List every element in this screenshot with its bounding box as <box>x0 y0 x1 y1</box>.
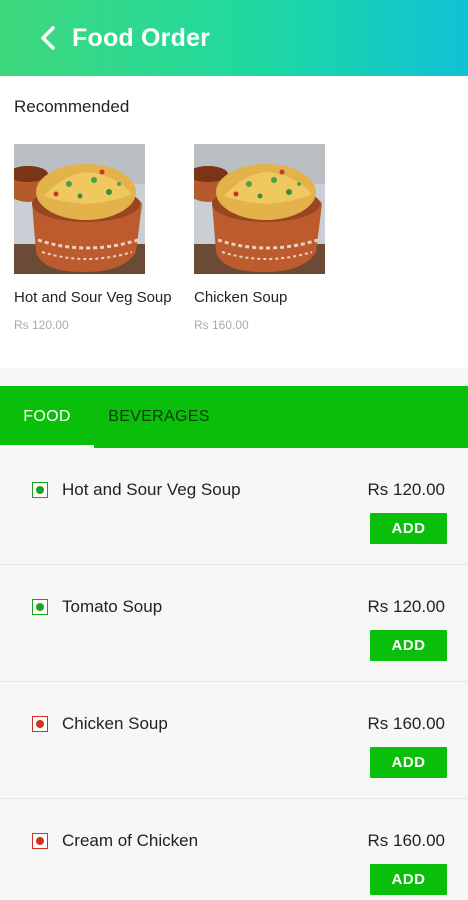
menu-item: Chicken Soup Rs 160.00 ADD <box>0 682 468 799</box>
page-title: Food Order <box>72 23 211 52</box>
add-button[interactable]: ADD <box>370 513 447 544</box>
menu-item-price: Rs 120.00 <box>367 480 446 499</box>
category-tabs: FOOD BEVERAGES <box>0 386 468 448</box>
recommended-item-price: Rs 160.00 <box>194 318 249 332</box>
recommended-section: Recommended Hot and Sour Veg Soup Rs 120… <box>0 76 468 368</box>
menu-item-name: Cream of Chicken <box>62 831 199 850</box>
tab-beverages[interactable]: BEVERAGES <box>94 386 224 448</box>
recommended-item-name: Chicken Soup <box>194 289 288 306</box>
recommended-item-name: Hot and Sour Veg Soup <box>14 289 172 306</box>
non-veg-icon <box>32 833 48 849</box>
add-button[interactable]: ADD <box>370 864 447 895</box>
veg-icon <box>32 599 48 615</box>
recommended-card[interactable]: Chicken Soup Rs 160.00 <box>194 144 370 332</box>
veg-icon <box>32 482 48 498</box>
non-veg-icon <box>32 716 48 732</box>
menu-item-name: Hot and Sour Veg Soup <box>62 480 241 499</box>
menu-list: Hot and Sour Veg Soup Rs 120.00 ADD Toma… <box>0 448 468 900</box>
back-button[interactable] <box>28 18 68 58</box>
add-button[interactable]: ADD <box>370 630 447 661</box>
tab-food[interactable]: FOOD <box>0 386 94 448</box>
app-bar: Food Order <box>0 0 468 76</box>
menu-item-price: Rs 160.00 <box>367 831 446 850</box>
menu-item-price: Rs 160.00 <box>367 714 446 733</box>
menu-item: Cream of Chicken Rs 160.00 ADD <box>0 799 468 900</box>
recommended-heading: Recommended <box>14 97 130 116</box>
food-image <box>14 144 145 274</box>
menu-item-name: Chicken Soup <box>62 714 168 733</box>
menu-item-name: Tomato Soup <box>62 597 163 616</box>
menu-item: Hot and Sour Veg Soup Rs 120.00 ADD <box>0 448 468 565</box>
menu-item: Tomato Soup Rs 120.00 ADD <box>0 565 468 682</box>
food-image <box>194 144 325 274</box>
recommended-item-price: Rs 120.00 <box>14 318 69 332</box>
add-button[interactable]: ADD <box>370 747 447 778</box>
menu-item-price: Rs 120.00 <box>367 597 446 616</box>
chevron-left-icon <box>41 26 55 50</box>
recommended-card[interactable]: Hot and Sour Veg Soup Rs 120.00 <box>14 144 190 332</box>
